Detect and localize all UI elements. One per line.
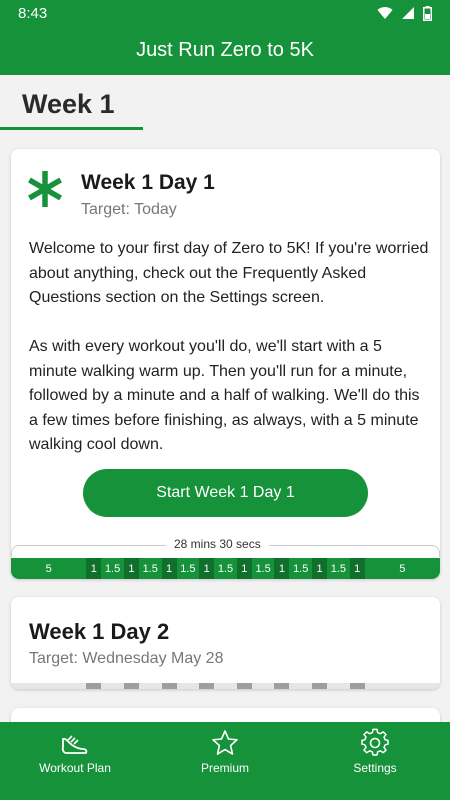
description-paragraph: As with every workout you'll do, we'll s…: [29, 338, 420, 453]
app-bar: Just Run Zero to 5K: [0, 26, 450, 75]
nav-workout-plan[interactable]: Workout Plan: [0, 728, 150, 775]
run-segment: 1: [86, 558, 102, 579]
workout-segments-bar: 5 1 1.5 1 1.5 1 1.5 1 1.5 1 1.5 1 1.5 1 1.5 1 5: [11, 558, 440, 579]
week-tab-indicator: [0, 127, 143, 130]
preview-segment: [364, 683, 440, 689]
description-paragraph: Welcome to your first day of Zero to 5K!…: [29, 240, 429, 306]
preview-segment: [199, 683, 215, 689]
app-title: Just Run Zero to 5K: [136, 39, 314, 61]
current-workout-card[interactable]: Week 1 Day 1 Target: Today Welcome to yo…: [11, 149, 440, 579]
walk-segment: 1.5: [289, 558, 312, 579]
preview-segment: [289, 683, 312, 689]
week-title: Week 1: [22, 89, 115, 119]
preview-segment: [161, 683, 177, 689]
workout-title: Week 1 Day 1: [81, 171, 215, 194]
asterisk-icon: [28, 171, 62, 207]
preview-segment: [312, 683, 328, 689]
preview-segment: [274, 683, 290, 689]
nav-settings[interactable]: Settings: [300, 728, 450, 775]
wifi-icon: [377, 7, 393, 20]
run-segment: 1: [199, 558, 215, 579]
workout-title: Week 1 Day 2: [29, 619, 170, 644]
preview-segment: [214, 683, 237, 689]
preview-segment: [86, 683, 102, 689]
status-time: 8:43: [18, 4, 48, 22]
next-workout-card[interactable]: Week 1 Day 2 Target: Wednesday May 28: [11, 597, 440, 689]
run-segment: 1: [236, 558, 252, 579]
star-icon: [212, 730, 238, 755]
signal-icon: [402, 7, 414, 19]
workout-segments-bar: [11, 683, 440, 689]
preview-segment: [349, 683, 365, 689]
nav-premium[interactable]: Premium: [150, 728, 300, 775]
preview-segment: [138, 683, 162, 689]
run-segment: 1: [274, 558, 290, 579]
preview-segment: [236, 683, 252, 689]
preview-segment: [251, 683, 275, 689]
workout-description: Welcome to your first day of Zero to 5K!…: [29, 237, 429, 458]
workout-target: Target: Today: [81, 201, 177, 218]
running-shoe-icon: [61, 735, 88, 754]
walk-segment: 1.5: [251, 558, 275, 579]
walk-segment: 1.5: [327, 558, 350, 579]
run-segment: 1: [161, 558, 177, 579]
workout-target: Target: Wednesday May 28: [29, 650, 224, 667]
walk-segment: 1.5: [176, 558, 200, 579]
gear-icon: [361, 728, 389, 756]
status-bar: 8:43: [0, 0, 450, 26]
preview-segment: [123, 683, 139, 689]
status-icons: [377, 5, 432, 21]
preview-segment: [11, 683, 87, 689]
run-segment: 1: [312, 558, 328, 579]
walk-segment: 5: [11, 558, 87, 579]
battery-icon: [423, 5, 432, 21]
start-workout-button[interactable]: Start Week 1 Day 1: [83, 469, 368, 517]
walk-segment: 1.5: [101, 558, 124, 579]
run-segment: 1: [123, 558, 139, 579]
week-tab-header[interactable]: Week 1: [0, 75, 450, 133]
preview-segment: [101, 683, 124, 689]
preview-segment: [327, 683, 350, 689]
run-segment: 1: [349, 558, 365, 579]
walk-segment: 1.5: [214, 558, 237, 579]
bottom-navigation: Workout Plan Premium Settings: [0, 722, 450, 800]
nav-label: Workout Plan: [39, 761, 111, 775]
walk-segment: 5: [364, 558, 440, 579]
walk-segment: 1.5: [138, 558, 162, 579]
total-duration: 28 mins 30 secs: [166, 537, 269, 551]
nav-label: Settings: [353, 761, 397, 775]
nav-label: Premium: [200, 761, 249, 775]
preview-segment: [176, 683, 200, 689]
